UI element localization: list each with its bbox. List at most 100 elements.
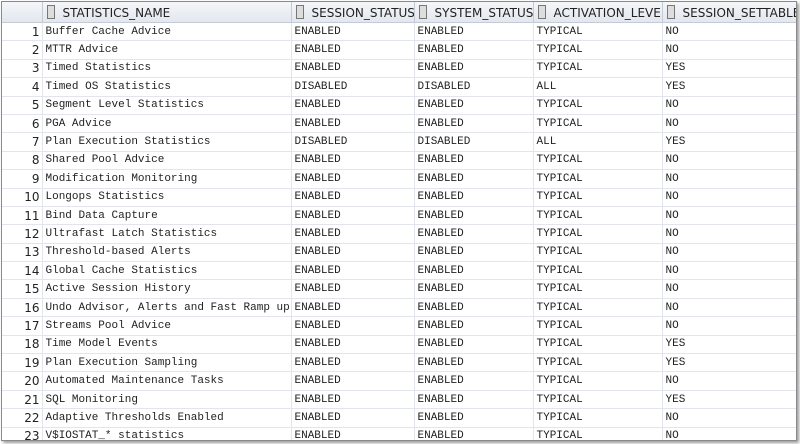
cell-system-status[interactable]: ENABLED bbox=[414, 151, 534, 171]
cell-session-status[interactable]: ENABLED bbox=[291, 316, 415, 336]
cell-statistics-name[interactable]: Ultrafast Latch Statistics bbox=[42, 224, 292, 244]
cell-system-status[interactable]: ENABLED bbox=[414, 22, 534, 42]
row-number[interactable]: 2 bbox=[2, 40, 43, 60]
cell-activation-level[interactable]: TYPICAL bbox=[533, 408, 663, 428]
cell-statistics-name[interactable]: Undo Advisor, Alerts and Fast Ramp up bbox=[42, 298, 292, 318]
cell-system-status[interactable]: DISABLED bbox=[414, 77, 534, 97]
cell-system-status[interactable]: ENABLED bbox=[414, 427, 534, 440]
row-number[interactable]: 8 bbox=[2, 151, 43, 171]
cell-system-status[interactable]: ENABLED bbox=[414, 224, 534, 244]
table-row[interactable]: 18 Time Model Events ENABLED ENABLED TYPICAL… bbox=[2, 335, 796, 355]
cell-activation-level[interactable]: TYPICAL bbox=[533, 243, 663, 263]
cell-session-settable[interactable]: YES bbox=[662, 390, 796, 410]
table-row[interactable]: 11 Bind Data Capture ENABLED ENABLED TYPICAL… bbox=[2, 206, 796, 226]
cell-session-status[interactable]: ENABLED bbox=[291, 427, 415, 440]
cell-activation-level[interactable]: TYPICAL bbox=[533, 335, 663, 355]
table-row[interactable]: 12 Ultrafast Latch Statistics ENABLED ENABL… bbox=[2, 224, 796, 244]
cell-system-status[interactable]: ENABLED bbox=[414, 40, 534, 60]
row-number[interactable]: 14 bbox=[2, 261, 43, 281]
cell-statistics-name[interactable]: Active Session History bbox=[42, 279, 292, 299]
cell-session-settable[interactable]: YES bbox=[662, 77, 796, 97]
cell-session-settable[interactable]: NO bbox=[662, 169, 796, 189]
table-row[interactable]: 5 Segment Level Statistics ENABLED ENABLED T… bbox=[2, 96, 796, 115]
cell-session-status[interactable]: ENABLED bbox=[291, 261, 415, 281]
cell-activation-level[interactable]: TYPICAL bbox=[533, 371, 663, 391]
cell-activation-level[interactable]: TYPICAL bbox=[533, 96, 663, 115]
cell-activation-level[interactable]: TYPICAL bbox=[533, 390, 663, 410]
row-number[interactable]: 11 bbox=[2, 206, 43, 226]
cell-statistics-name[interactable]: Streams Pool Advice bbox=[42, 316, 292, 336]
cell-statistics-name[interactable]: Buffer Cache Advice bbox=[42, 22, 292, 42]
cell-statistics-name[interactable]: SQL Monitoring bbox=[42, 390, 292, 410]
cell-statistics-name[interactable]: Shared Pool Advice bbox=[42, 151, 292, 171]
column-header-activation-level[interactable]: ACTIVATION_LEVEL bbox=[533, 2, 663, 23]
row-number[interactable]: 15 bbox=[2, 279, 43, 299]
cell-statistics-name[interactable]: Segment Level Statistics bbox=[42, 96, 292, 115]
cell-session-status[interactable]: ENABLED bbox=[291, 151, 415, 171]
cell-session-settable[interactable]: NO bbox=[662, 22, 796, 42]
cell-system-status[interactable]: ENABLED bbox=[414, 390, 534, 410]
row-number[interactable]: 6 bbox=[2, 114, 43, 134]
sort-icon[interactable] bbox=[46, 4, 55, 19]
table-row[interactable]: 9 Modification Monitoring ENABLED ENABLED TY… bbox=[2, 169, 796, 189]
cell-session-status[interactable]: ENABLED bbox=[291, 371, 415, 391]
cell-session-settable[interactable]: NO bbox=[662, 371, 796, 391]
column-header-session-status[interactable]: SESSION_STATUS bbox=[291, 2, 415, 23]
cell-system-status[interactable]: DISABLED bbox=[414, 132, 534, 152]
cell-session-settable[interactable]: NO bbox=[662, 206, 796, 226]
cell-activation-level[interactable]: TYPICAL bbox=[533, 261, 663, 281]
cell-session-status[interactable]: ENABLED bbox=[291, 335, 415, 355]
table-row[interactable]: 15 Active Session History ENABLED ENABLED TY… bbox=[2, 279, 796, 299]
table-row[interactable]: 16 Undo Advisor, Alerts and Fast Ramp up E… bbox=[2, 298, 796, 318]
table-row[interactable]: 1 Buffer Cache Advice ENABLED ENABLED TYPICA… bbox=[2, 22, 796, 42]
cell-session-status[interactable]: ENABLED bbox=[291, 59, 415, 79]
cell-session-status[interactable]: ENABLED bbox=[291, 114, 415, 134]
cell-session-settable[interactable]: NO bbox=[662, 261, 796, 281]
cell-statistics-name[interactable]: Plan Execution Sampling bbox=[42, 353, 292, 373]
row-number[interactable]: 12 bbox=[2, 224, 43, 244]
row-number[interactable]: 21 bbox=[2, 390, 43, 410]
cell-statistics-name[interactable]: PGA Advice bbox=[42, 114, 292, 134]
cell-system-status[interactable]: ENABLED bbox=[414, 96, 534, 115]
cell-activation-level[interactable]: TYPICAL bbox=[533, 353, 663, 373]
cell-statistics-name[interactable]: Timed OS Statistics bbox=[42, 77, 292, 97]
cell-session-settable[interactable]: NO bbox=[662, 408, 796, 428]
row-number[interactable]: 5 bbox=[2, 96, 43, 115]
cell-system-status[interactable]: ENABLED bbox=[414, 114, 534, 134]
cell-session-status[interactable]: DISABLED bbox=[291, 77, 415, 97]
cell-activation-level[interactable]: TYPICAL bbox=[533, 114, 663, 134]
cell-session-status[interactable]: ENABLED bbox=[291, 224, 415, 244]
table-row[interactable]: 23 V$IOSTAT_* statistics ENABLED ENABLED TYP… bbox=[2, 427, 796, 440]
sort-icon[interactable] bbox=[666, 4, 675, 19]
table-row[interactable]: 22 Adaptive Thresholds Enabled ENABLED ENAB… bbox=[2, 408, 796, 428]
cell-session-settable[interactable]: NO bbox=[662, 427, 796, 440]
cell-statistics-name[interactable]: V$IOSTAT_* statistics bbox=[42, 427, 292, 440]
cell-activation-level[interactable]: TYPICAL bbox=[533, 427, 663, 440]
cell-session-status[interactable]: ENABLED bbox=[291, 169, 415, 189]
sort-icon[interactable] bbox=[295, 4, 304, 19]
cell-session-status[interactable]: ENABLED bbox=[291, 298, 415, 318]
table-row[interactable]: 6 PGA Advice ENABLED ENABLED TYPICAL NO bbox=[2, 114, 796, 134]
cell-session-settable[interactable]: YES bbox=[662, 59, 796, 79]
cell-statistics-name[interactable]: Time Model Events bbox=[42, 335, 292, 355]
table-row[interactable]: 17 Streams Pool Advice ENABLED ENABLED TYPIC… bbox=[2, 316, 796, 336]
sort-icon[interactable] bbox=[537, 4, 546, 19]
cell-statistics-name[interactable]: Modification Monitoring bbox=[42, 169, 292, 189]
cell-session-status[interactable]: ENABLED bbox=[291, 22, 415, 42]
cell-statistics-name[interactable]: MTTR Advice bbox=[42, 40, 292, 60]
column-header-session-settable[interactable]: SESSION_SETTABLE bbox=[662, 2, 796, 23]
cell-session-settable[interactable]: NO bbox=[662, 96, 796, 115]
cell-system-status[interactable]: ENABLED bbox=[414, 206, 534, 226]
cell-activation-level[interactable]: TYPICAL bbox=[533, 59, 663, 79]
row-number[interactable]: 7 bbox=[2, 132, 43, 152]
row-number[interactable]: 10 bbox=[2, 188, 43, 207]
table-row[interactable]: 20 Automated Maintenance Tasks ENABLED ENAB… bbox=[2, 371, 796, 391]
cell-system-status[interactable]: ENABLED bbox=[414, 353, 534, 373]
table-row[interactable]: 4 Timed OS Statistics DISABLED DISABLED ALL Y… bbox=[2, 77, 796, 97]
row-number[interactable]: 17 bbox=[2, 316, 43, 336]
cell-activation-level[interactable]: TYPICAL bbox=[533, 224, 663, 244]
cell-system-status[interactable]: ENABLED bbox=[414, 279, 534, 299]
cell-session-settable[interactable]: NO bbox=[662, 279, 796, 299]
table-row[interactable]: 7 Plan Execution Statistics DISABLED DISABL… bbox=[2, 132, 796, 152]
row-number[interactable]: 1 bbox=[2, 22, 43, 42]
